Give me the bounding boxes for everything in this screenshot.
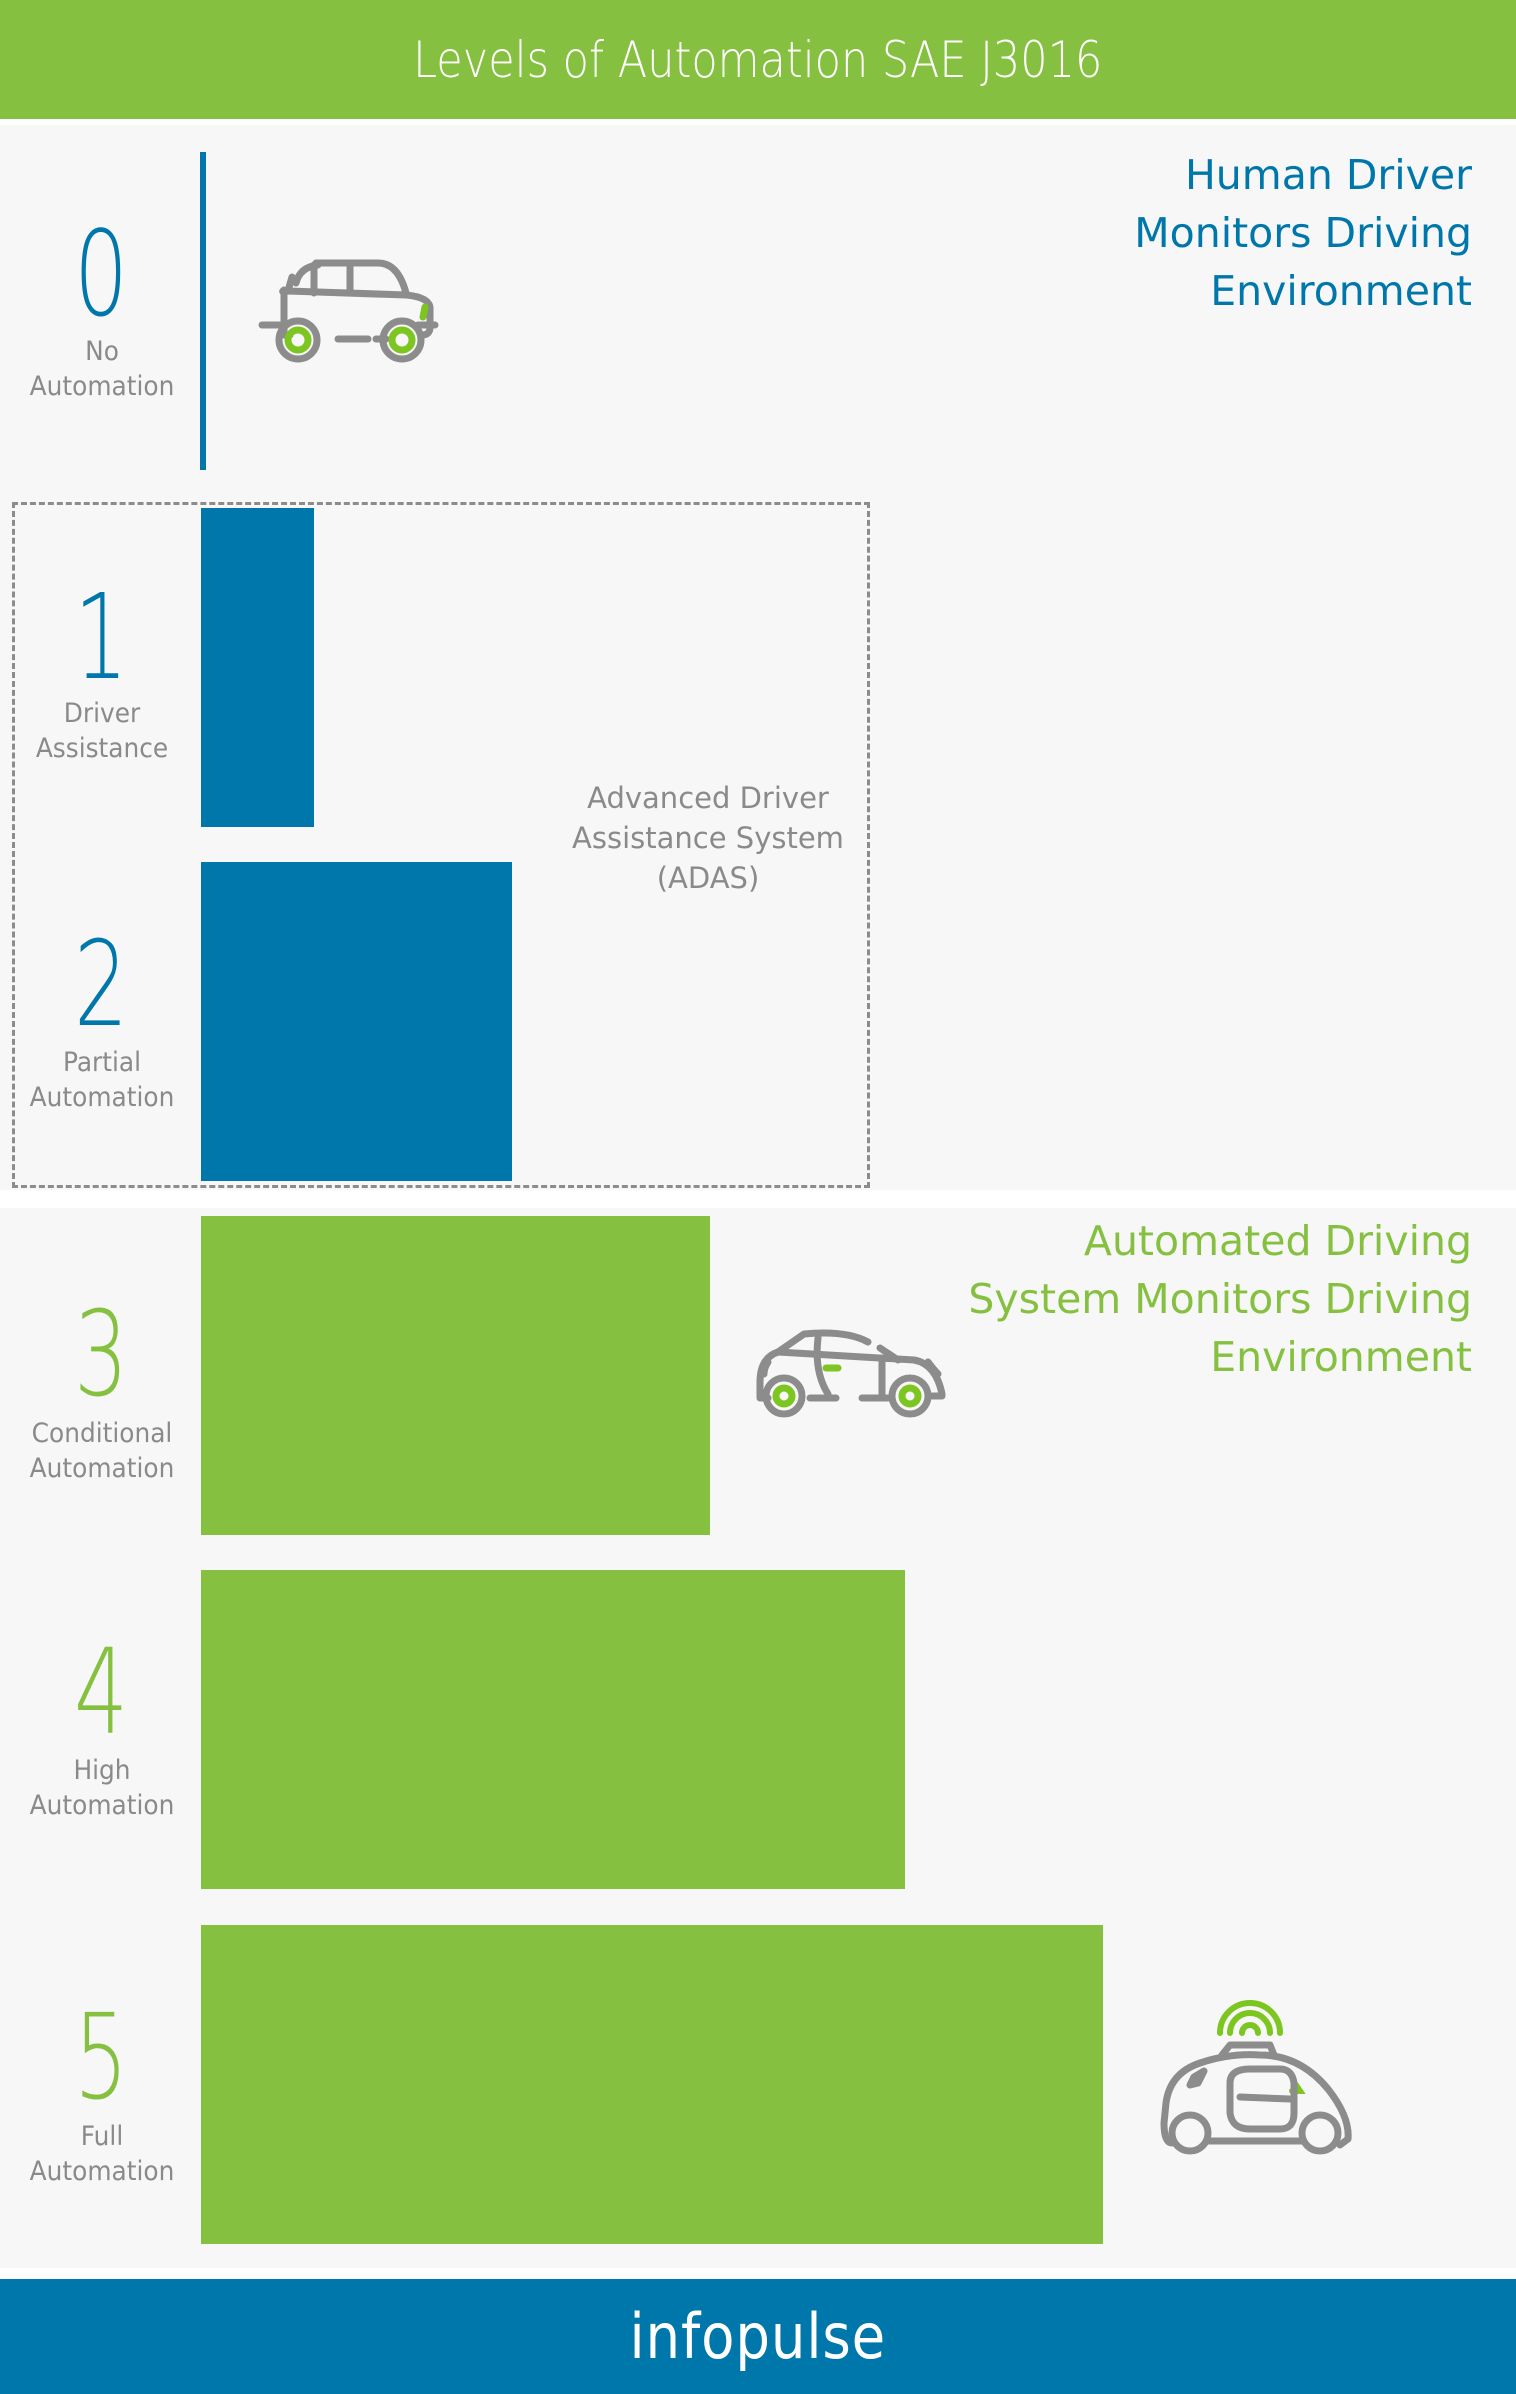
- adas-label-line: Advanced Driver: [587, 781, 829, 815]
- level-2-label: Partial Automation: [10, 1045, 194, 1115]
- level-0-number: 0: [73, 205, 129, 343]
- level-2-bar: [201, 862, 512, 1181]
- heading-line: Monitors Driving: [1134, 209, 1472, 257]
- level-label-line: Automation: [29, 371, 175, 402]
- level-4-number: 4: [73, 1623, 129, 1761]
- level-1-bar: [201, 508, 314, 827]
- level-4-label: High Automation: [10, 1753, 194, 1823]
- heading-line: Environment: [1210, 1333, 1472, 1381]
- level-label-line: No: [85, 336, 119, 367]
- level-5-number: 5: [73, 1988, 129, 2126]
- level-0-label: No Automation: [10, 334, 194, 404]
- level-label-line: Automation: [29, 1082, 175, 1113]
- level-3-number: 3: [73, 1285, 129, 1423]
- level-label-line: Driver: [63, 698, 141, 729]
- human-driver-heading: Human Driver Monitors Driving Environmen…: [872, 146, 1472, 320]
- level-1-label: Driver Assistance: [10, 696, 194, 766]
- level-label-line: Automation: [29, 1790, 175, 1821]
- footer-banner: infopulse: [0, 2279, 1516, 2394]
- level-label-line: Automation: [29, 2156, 175, 2187]
- level-label-line: Conditional: [31, 1418, 173, 1449]
- adas-label-line: Assistance System: [572, 821, 844, 855]
- page-title: Levels of Automation SAE J3016: [413, 30, 1103, 89]
- level-0-bar: [200, 152, 206, 470]
- level-label-line: Full: [80, 2121, 124, 2152]
- hatchback-car-icon: [756, 1329, 946, 1418]
- heading-line: Automated Driving: [1083, 1217, 1472, 1265]
- adas-label: Advanced Driver Assistance System (ADAS): [560, 778, 856, 898]
- level-3-label: Conditional Automation: [10, 1416, 194, 1486]
- infopulse-logo: infopulse: [629, 2300, 887, 2373]
- level-4-bar: [201, 1570, 905, 1889]
- level-label-line: Partial: [62, 1047, 142, 1078]
- level-label-line: High: [73, 1755, 131, 1786]
- system-driving-heading: Automated Driving System Monitors Drivin…: [872, 1212, 1472, 1386]
- heading-line: Environment: [1210, 267, 1472, 315]
- self-driving-car-icon: [1160, 2000, 1352, 2155]
- level-1-number: 1: [73, 568, 129, 706]
- level-3-bar: [201, 1216, 710, 1535]
- adas-label-line: (ADAS): [656, 861, 760, 895]
- level-5-bar: [201, 1925, 1103, 2244]
- level-2-number: 2: [73, 915, 129, 1053]
- classic-car-icon: [258, 259, 439, 363]
- header-banner: Levels of Automation SAE J3016: [0, 0, 1516, 119]
- level-5-label: Full Automation: [10, 2119, 194, 2189]
- heading-line: System Monitors Driving: [968, 1275, 1472, 1323]
- heading-line: Human Driver: [1184, 151, 1472, 199]
- level-label-line: Assistance: [35, 733, 169, 764]
- level-label-line: Automation: [29, 1453, 175, 1484]
